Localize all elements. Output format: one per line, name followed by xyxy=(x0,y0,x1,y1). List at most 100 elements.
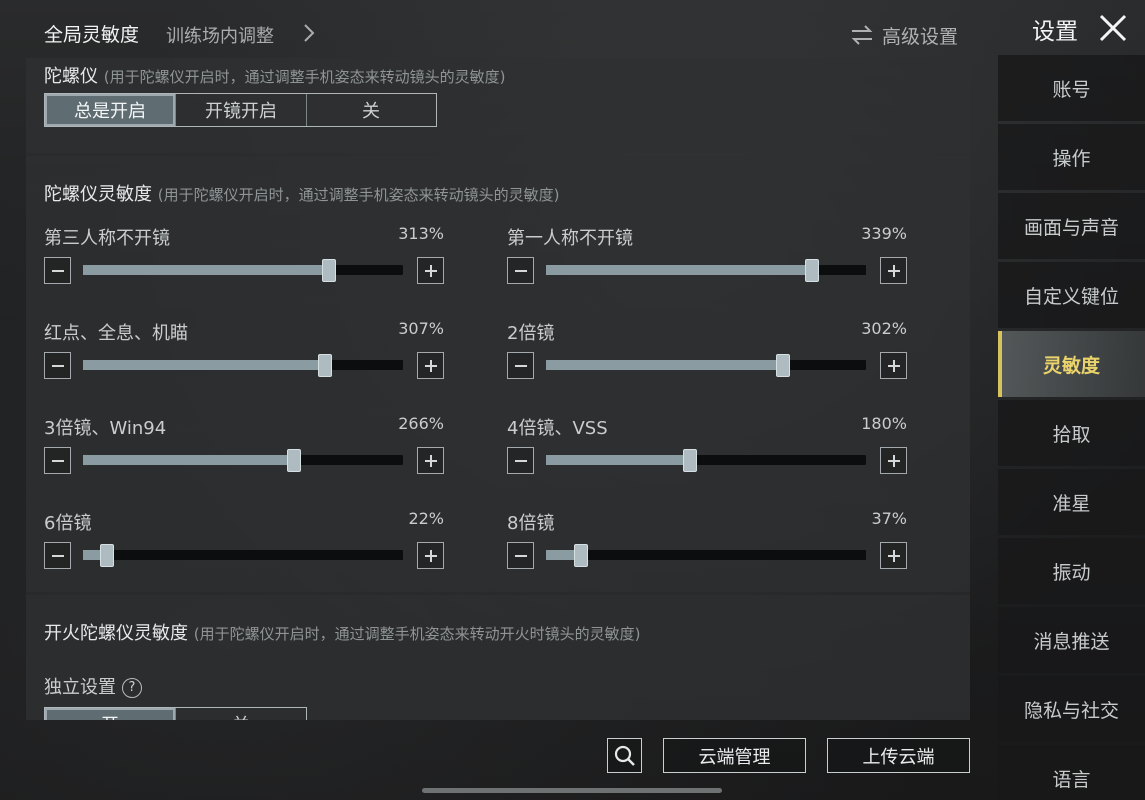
gyro-sensitivity-section: 陀螺仪灵敏度 (用于陀螺仪开启时，通过调整手机姿态来转动镜头的灵敏度) 第三人称… xyxy=(26,156,970,592)
slider-track[interactable] xyxy=(546,354,866,377)
sensitivity-slider-row: 2倍镜 302% xyxy=(507,319,907,389)
slider-increase-button[interactable] xyxy=(880,352,907,379)
slider-track[interactable] xyxy=(83,544,403,567)
slider-decrease-button[interactable] xyxy=(44,352,71,379)
slider-value: 180% xyxy=(861,414,907,433)
slider-track[interactable] xyxy=(83,449,403,472)
slider-decrease-button[interactable] xyxy=(507,257,534,284)
slider-thumb[interactable] xyxy=(318,354,332,377)
slider-label: 第一人称不开镜 xyxy=(507,228,633,249)
sidebar-item-custom-layout[interactable]: 自定义键位 xyxy=(998,262,1145,328)
slider-value: 302% xyxy=(861,319,907,338)
gyro-option-off[interactable]: 关 xyxy=(307,94,435,126)
slider-decrease-button[interactable] xyxy=(44,542,71,569)
minus-icon xyxy=(51,364,64,367)
tab-global-sensitivity[interactable]: 全局灵敏度 xyxy=(44,20,139,47)
slider-fill xyxy=(546,265,812,275)
fire-gyro-description: (用于陀螺仪开启时，通过调整手机姿态来转动开火时镜头的灵敏度) xyxy=(193,625,641,643)
sidebar-item-sensitivity[interactable]: 灵敏度 xyxy=(998,331,1145,397)
gyro-sensitivity-title-text: 陀螺仪灵敏度 xyxy=(44,184,152,205)
sensitivity-slider-row: 3倍镜、Win94 266% xyxy=(44,414,444,484)
independent-setting-label: 独立设置? xyxy=(44,673,142,699)
search-button[interactable] xyxy=(607,738,642,773)
close-icon[interactable] xyxy=(1097,12,1129,44)
settings-sidebar: 账号 操作 画面与声音 自定义键位 灵敏度 拾取 准星 振动 消息推送 隐私与社交 语言 xyxy=(998,55,1145,800)
slider-increase-button[interactable] xyxy=(417,447,444,474)
plus-icon xyxy=(424,264,437,277)
slider-track[interactable] xyxy=(546,544,866,567)
slider-thumb[interactable] xyxy=(574,544,588,567)
cloud-manage-button[interactable]: 云端管理 xyxy=(663,738,806,773)
slider-track[interactable] xyxy=(546,449,866,472)
advanced-settings-label: 高级设置 xyxy=(882,25,959,48)
sidebar-item-language[interactable]: 语言 xyxy=(998,745,1145,800)
minus-icon xyxy=(51,459,64,462)
slider-thumb[interactable] xyxy=(683,449,697,472)
slider-decrease-button[interactable] xyxy=(44,447,71,474)
sensitivity-slider-row: 6倍镜 22% xyxy=(44,509,444,579)
gyro-option-scope[interactable]: 开镜开启 xyxy=(176,94,307,126)
settings-content-panel[interactable]: 陀螺仪 (用于陀螺仪开启时，通过调整手机姿态来转动镜头的灵敏度) 总是开启 开镜… xyxy=(26,58,970,720)
gyro-description: (用于陀螺仪开启时，通过调整手机姿态来转动镜头的灵敏度) xyxy=(103,68,506,86)
slider-fill xyxy=(83,265,329,275)
slider-label: 6倍镜 xyxy=(44,513,92,534)
plus-icon xyxy=(424,454,437,467)
home-indicator[interactable] xyxy=(422,788,722,793)
independent-option-off[interactable]: 关 xyxy=(176,708,306,720)
tab-training-adjust[interactable]: 训练场内调整 xyxy=(166,22,274,48)
minus-icon xyxy=(514,364,527,367)
upload-cloud-button[interactable]: 上传云端 xyxy=(827,738,970,773)
sensitivity-slider-row: 第三人称不开镜 313% xyxy=(44,224,444,294)
sidebar-item-privacy-social[interactable]: 隐私与社交 xyxy=(998,676,1145,742)
slider-value: 266% xyxy=(398,414,444,433)
settings-screen: 全局灵敏度 训练场内调整 高级设置 设置 陀螺仪 (用于陀螺仪开启时，通过调整手… xyxy=(0,0,1145,800)
slider-track[interactable] xyxy=(83,259,403,282)
slider-track[interactable] xyxy=(546,259,866,282)
slider-decrease-button[interactable] xyxy=(44,257,71,284)
slider-label: 第三人称不开镜 xyxy=(44,228,170,249)
plus-icon xyxy=(887,454,900,467)
slider-label: 2倍镜 xyxy=(507,323,555,344)
slider-decrease-button[interactable] xyxy=(507,542,534,569)
sidebar-item-pickup[interactable]: 拾取 xyxy=(998,400,1145,466)
slider-thumb[interactable] xyxy=(287,449,301,472)
sidebar-item-graphics-audio[interactable]: 画面与声音 xyxy=(998,193,1145,259)
slider-thumb[interactable] xyxy=(100,544,114,567)
sensitivity-slider-row: 第一人称不开镜 339% xyxy=(507,224,907,294)
sidebar-item-vibration[interactable]: 振动 xyxy=(998,538,1145,604)
slider-value: 22% xyxy=(408,509,444,528)
gyro-mode-selector[interactable]: 总是开启 开镜开启 关 xyxy=(44,93,437,127)
slider-increase-button[interactable] xyxy=(880,257,907,284)
slider-thumb[interactable] xyxy=(322,259,336,282)
fire-gyro-section: 开火陀螺仪灵敏度 (用于陀螺仪开启时，通过调整手机姿态来转动开火时镜头的灵敏度)… xyxy=(26,595,970,720)
sidebar-item-crosshair[interactable]: 准星 xyxy=(998,469,1145,535)
slider-increase-button[interactable] xyxy=(880,542,907,569)
minus-icon xyxy=(51,554,64,557)
slider-decrease-button[interactable] xyxy=(507,447,534,474)
independent-option-on[interactable]: 开 xyxy=(45,708,176,720)
slider-increase-button[interactable] xyxy=(417,542,444,569)
slider-value: 339% xyxy=(861,224,907,243)
slider-increase-button[interactable] xyxy=(880,447,907,474)
minus-icon xyxy=(51,269,64,272)
slider-increase-button[interactable] xyxy=(417,257,444,284)
slider-thumb[interactable] xyxy=(776,354,790,377)
sidebar-item-account[interactable]: 账号 xyxy=(998,55,1145,121)
sensitivity-slider-row: 8倍镜 37% xyxy=(507,509,907,579)
gyro-option-always[interactable]: 总是开启 xyxy=(45,94,176,126)
swap-icon xyxy=(851,25,873,45)
slider-decrease-button[interactable] xyxy=(507,352,534,379)
independent-setting-selector[interactable]: 开 关 xyxy=(44,707,307,720)
sidebar-item-controls[interactable]: 操作 xyxy=(998,124,1145,190)
help-icon[interactable]: ? xyxy=(122,677,142,698)
slider-fill xyxy=(83,360,325,370)
chevron-right-icon[interactable] xyxy=(300,22,318,44)
gyro-sensitivity-description: (用于陀螺仪开启时，通过调整手机姿态来转动镜头的灵敏度) xyxy=(157,186,560,204)
slider-fill xyxy=(83,455,294,465)
slider-increase-button[interactable] xyxy=(417,352,444,379)
slider-thumb[interactable] xyxy=(805,259,819,282)
sidebar-item-notifications[interactable]: 消息推送 xyxy=(998,607,1145,673)
advanced-settings-button[interactable]: 高级设置 xyxy=(850,22,958,48)
plus-icon xyxy=(424,549,437,562)
slider-track[interactable] xyxy=(83,354,403,377)
